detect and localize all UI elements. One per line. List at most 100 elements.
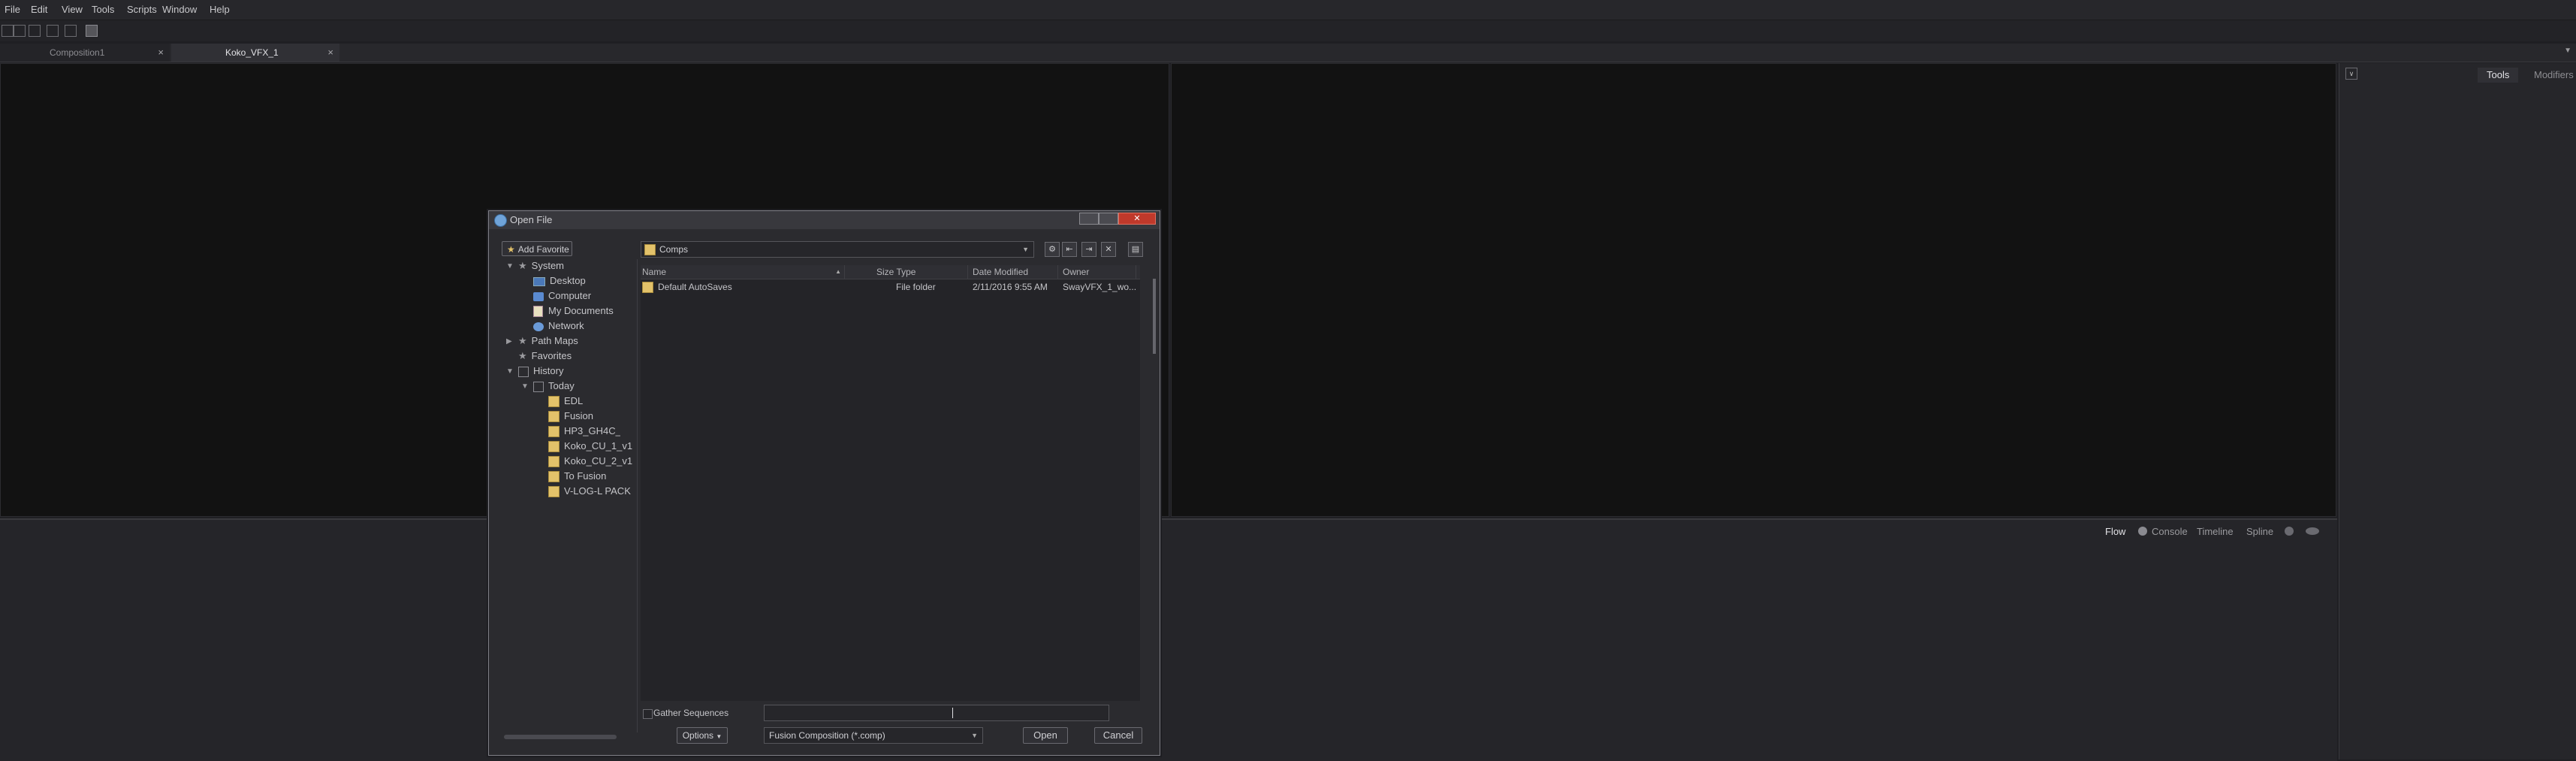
open-button[interactable]: Open xyxy=(1023,727,1068,744)
tree-label: Fusion xyxy=(564,410,594,421)
tree-item-folder[interactable]: To Fusion xyxy=(548,470,606,483)
sort-arrow-icon: ▲ xyxy=(835,268,841,275)
forward-icon[interactable]: ⇥ xyxy=(1081,242,1096,257)
chevron-down-icon[interactable]: ∨ xyxy=(2345,68,2357,80)
tree-label: History xyxy=(533,365,564,376)
expand-triangle-icon[interactable]: ▼ xyxy=(521,382,529,391)
tree-item-computer[interactable]: Computer xyxy=(533,289,591,303)
column-label: Name xyxy=(642,267,667,277)
menu-edit[interactable]: Edit xyxy=(31,0,47,20)
tab-spline[interactable]: Spline xyxy=(2246,523,2273,541)
star-icon: ★ xyxy=(507,244,515,255)
maximize-icon[interactable] xyxy=(1099,213,1118,225)
folder-icon xyxy=(644,244,656,255)
options-button[interactable]: Options ▼ xyxy=(677,727,728,744)
expand-triangle-icon[interactable]: ▼ xyxy=(506,262,514,270)
column-size-type[interactable]: Size Type xyxy=(875,265,968,279)
menu-help[interactable]: Help xyxy=(210,0,230,20)
tree-item-my-documents[interactable]: My Documents xyxy=(533,304,614,318)
dialog-resize-handle[interactable] xyxy=(1153,279,1156,354)
cancel-button[interactable]: Cancel xyxy=(1094,727,1142,744)
tree-item-system[interactable]: ★ System xyxy=(518,259,564,273)
tab-timeline[interactable]: Timeline xyxy=(2197,523,2234,541)
tree-item-folder[interactable]: Fusion xyxy=(548,409,593,423)
info-icon[interactable] xyxy=(2285,527,2294,536)
console-icon xyxy=(2138,527,2147,536)
splitter[interactable] xyxy=(637,259,638,732)
delete-icon[interactable]: ✕ xyxy=(1101,242,1116,257)
layout-icon[interactable] xyxy=(65,25,77,37)
layout-icon[interactable] xyxy=(14,25,26,37)
tree-label: Computer xyxy=(548,290,592,301)
tree-item-network[interactable]: Network xyxy=(533,319,584,333)
tree-label: System xyxy=(531,260,564,271)
gather-sequences-label: Gather Sequences xyxy=(653,708,729,718)
file-name: Default AutoSaves xyxy=(658,282,732,292)
tree-item-desktop[interactable]: Desktop xyxy=(533,274,586,288)
close-icon[interactable]: × xyxy=(158,44,164,62)
tab-modifiers[interactable]: Modifiers xyxy=(2525,68,2576,83)
tree-item-folder[interactable]: V-LOG-L PACK O xyxy=(548,485,634,498)
menu-scripts[interactable]: Scripts xyxy=(127,0,157,20)
tree-item-favorites[interactable]: ★ Favorites xyxy=(518,349,572,363)
tree-item-folder[interactable]: HP3_GH4C_0127 xyxy=(548,424,620,438)
close-icon[interactable]: × xyxy=(327,44,333,62)
column-owner[interactable]: Owner xyxy=(1061,265,1136,279)
tab-flow[interactable]: Flow xyxy=(2105,523,2125,541)
tab-koko-vfx-1[interactable]: Koko_VFX_1 × xyxy=(171,44,339,62)
tree-item-path-maps[interactable]: ★ Path Maps xyxy=(518,334,578,348)
minimize-icon[interactable] xyxy=(1079,213,1099,225)
file-row[interactable]: Default AutoSaves File folder 2/11/2016 … xyxy=(641,280,1140,294)
history-icon xyxy=(518,366,529,377)
view-options-icon[interactable]: ▤ xyxy=(1128,242,1143,257)
tab-tools[interactable]: Tools xyxy=(2478,68,2519,83)
tree-item-folder[interactable]: EDL xyxy=(548,394,583,408)
folder-icon xyxy=(548,486,560,498)
collapsed-triangle-icon[interactable]: ▶ xyxy=(506,337,512,346)
file-date: 2/11/2016 9:55 AM xyxy=(973,282,1048,292)
tree-item-today[interactable]: Today xyxy=(533,379,575,393)
tab-console[interactable]: Console xyxy=(2152,523,2188,541)
file-type-dropdown[interactable]: Fusion Composition (*.comp) ▼ xyxy=(764,727,983,744)
layout-icon[interactable] xyxy=(29,25,41,37)
dialog-title-bar[interactable]: Open File ✕ xyxy=(489,211,1160,229)
eye-icon[interactable] xyxy=(2306,527,2319,535)
file-list[interactable]: Name ▲ Size Type Date Modified Owner Defa… xyxy=(641,265,1140,701)
close-icon[interactable]: ✕ xyxy=(1118,213,1156,225)
layout-icon[interactable] xyxy=(47,25,59,37)
settings-icon[interactable]: ⚙ xyxy=(1045,242,1060,257)
horizontal-scrollbar[interactable] xyxy=(504,735,617,739)
menu-view[interactable]: View xyxy=(62,0,83,20)
menu-tools[interactable]: Tools xyxy=(92,0,114,20)
column-name[interactable]: Name ▲ xyxy=(641,265,845,279)
chevron-down-icon[interactable]: ▼ xyxy=(2564,47,2571,55)
back-icon[interactable]: ⇤ xyxy=(1062,242,1077,257)
folder-icon xyxy=(548,456,560,468)
tree-item-folder[interactable]: Koko_CU_2_v1 xyxy=(548,454,632,468)
dialog-title: Open File xyxy=(510,214,553,225)
tab-composition1[interactable]: Composition1 × xyxy=(0,44,170,62)
document-icon xyxy=(533,306,543,318)
options-label: Options xyxy=(682,730,714,741)
column-date-modified[interactable]: Date Modified xyxy=(971,265,1058,279)
gather-sequences-checkbox[interactable] xyxy=(643,709,653,719)
expand-triangle-icon[interactable]: ▼ xyxy=(506,367,514,376)
star-icon: ★ xyxy=(518,260,527,271)
computer-icon xyxy=(533,291,544,301)
lower-tab-bar: Flow Console Timeline Spline xyxy=(2093,523,2337,541)
tree-label: To Fusion xyxy=(564,470,607,482)
add-favorite-button[interactable]: ★ Add Favorite xyxy=(502,241,572,256)
print-icon[interactable] xyxy=(86,25,98,37)
flow-panel[interactable]: Flow Console Timeline Spline xyxy=(0,518,2337,761)
file-type: File folder xyxy=(896,282,936,292)
filename-input[interactable] xyxy=(764,705,1109,721)
text-cursor xyxy=(952,708,953,718)
right-viewer[interactable] xyxy=(1171,63,2336,517)
tree-item-history[interactable]: History xyxy=(518,364,563,378)
menu-window[interactable]: Window xyxy=(162,0,197,20)
chevron-down-icon: ▼ xyxy=(1022,246,1029,253)
path-dropdown[interactable]: Comps ▼ xyxy=(641,241,1034,258)
tree-item-folder[interactable]: Koko_CU_1_v1 xyxy=(548,439,632,453)
menu-file[interactable]: File xyxy=(5,0,20,20)
layout-icon[interactable] xyxy=(2,25,14,37)
